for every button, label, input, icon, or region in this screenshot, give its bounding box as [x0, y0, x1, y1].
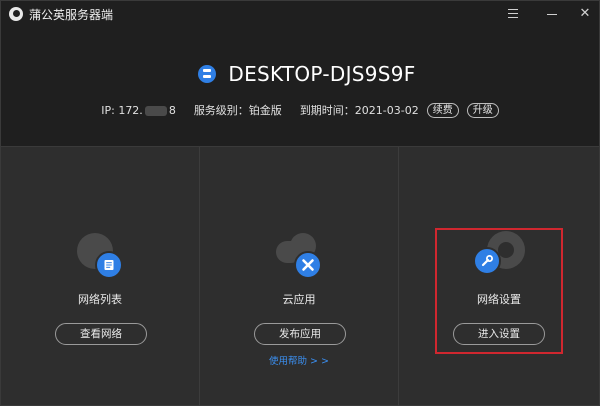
network-list-label: 网络列表 [78, 293, 122, 306]
app-logo-icon [9, 7, 23, 21]
close-button[interactable]: ✕ [573, 4, 597, 24]
cloud-app-icon [270, 231, 330, 281]
app-window: 蒲公英服务器端 ✕ DESKTOP-DJS9S9F IP: 172. 8 服务级别… [0, 0, 600, 406]
ip-label: IP: 172. [101, 103, 143, 117]
cloud-app-label: 云应用 [282, 293, 316, 306]
device-name: DESKTOP-DJS9S9F [228, 62, 416, 86]
panel-cloud-app: 云应用 发布应用 使用帮助 > > [200, 147, 399, 406]
minimize-icon [547, 14, 557, 15]
device-header: DESKTOP-DJS9S9F [1, 59, 599, 89]
minimize-button[interactable] [540, 4, 564, 24]
publish-app-button[interactable]: 发布应用 [254, 323, 346, 345]
renew-button[interactable]: 续费 [426, 102, 459, 118]
server-icon [198, 65, 217, 83]
service-level: 服务级别：铂金版 [193, 104, 282, 117]
menu-button[interactable] [501, 4, 525, 24]
close-icon: ✕ [579, 6, 591, 21]
account-info: IP: 172. 8 服务级别：铂金版 到期时间：2021-03-02 续费 升级 [1, 101, 599, 119]
ip-address: IP: 172. 8 [101, 104, 176, 117]
expiry-date: 到期时间：2021-03-02 [299, 104, 419, 117]
panel-network-list: 网络列表 查看网络 [1, 147, 200, 406]
menu-icon [508, 9, 518, 18]
network-list-icon [71, 231, 131, 281]
app-title: 蒲公英服务器端 [29, 8, 114, 22]
panel-network-settings: 网络设置 进入设置 [399, 147, 599, 406]
view-network-button[interactable]: 查看网络 [55, 323, 147, 345]
ip-suffix: 8 [168, 103, 176, 117]
title-bar: 蒲公英服务器端 ✕ [1, 1, 599, 27]
upgrade-button[interactable]: 升级 [466, 102, 499, 118]
highlight-box [435, 228, 563, 354]
ip-redacted [144, 105, 167, 116]
feature-panel: 网络列表 查看网络 云应用 发布应用 使用帮助 > > 网络设置 进入设置 [1, 146, 599, 406]
help-link[interactable]: 使用帮助 > > [200, 353, 398, 367]
